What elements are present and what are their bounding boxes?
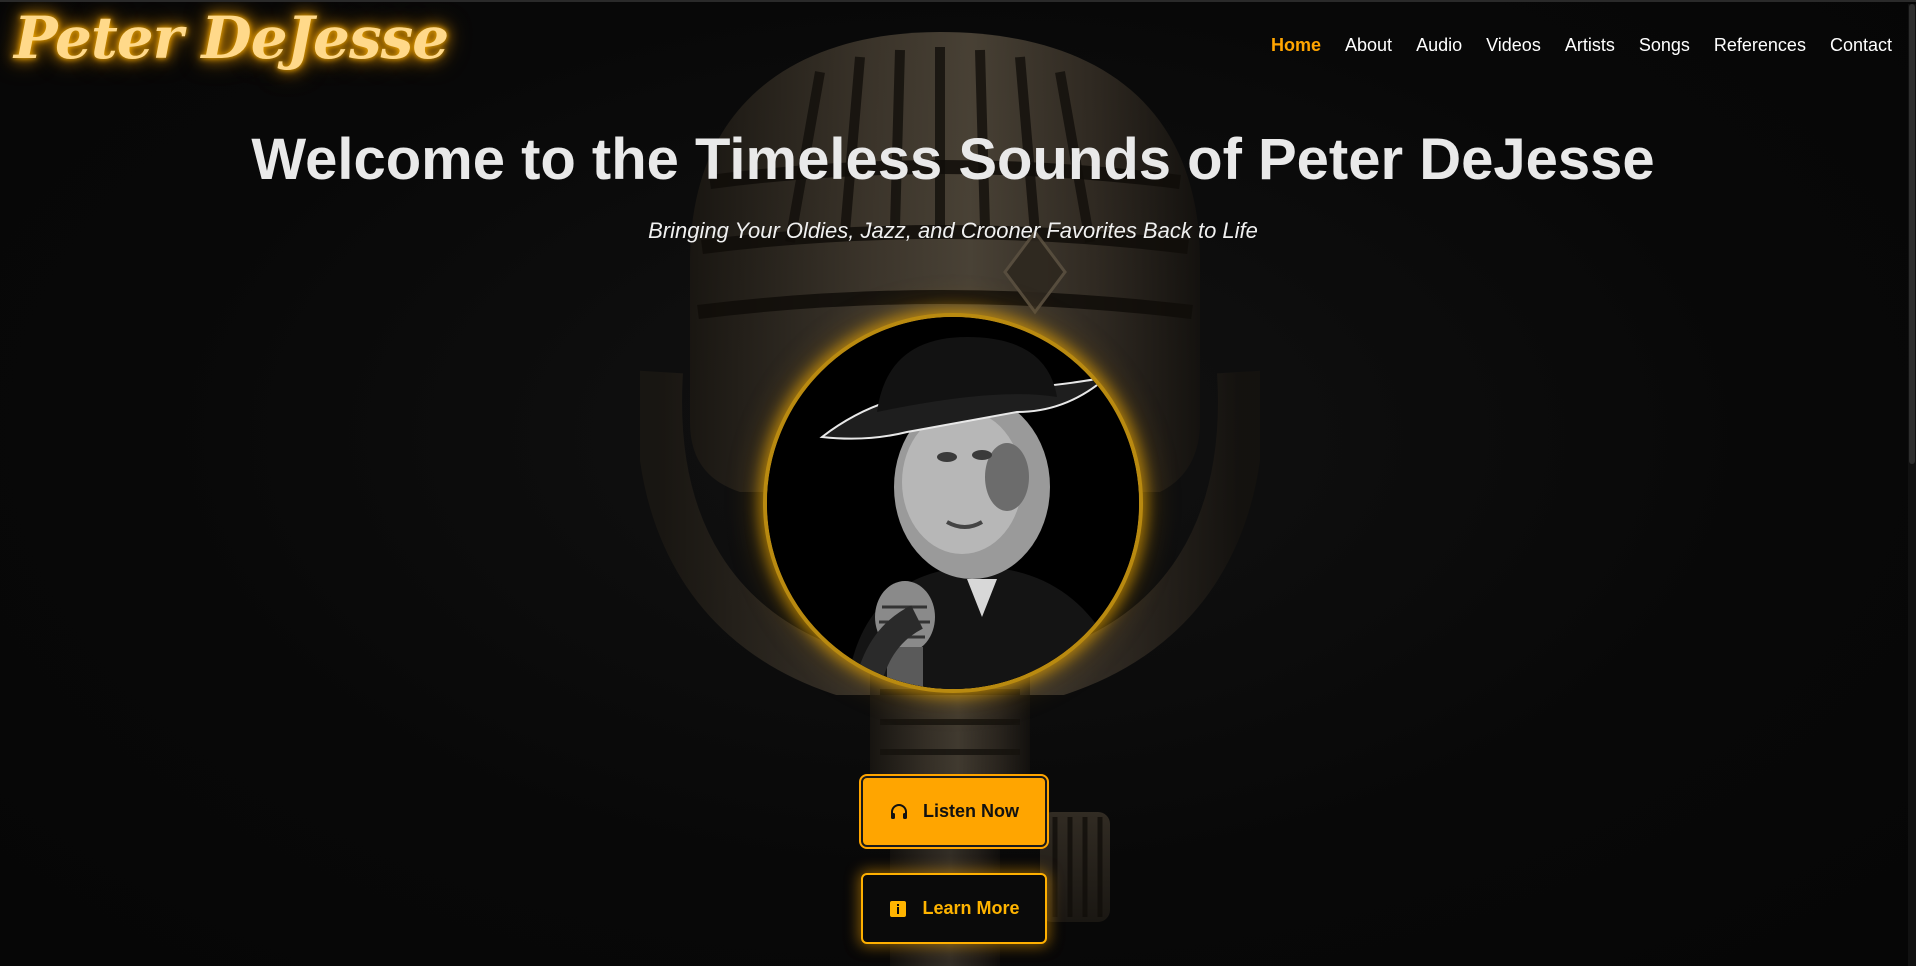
scrollbar-thumb[interactable] <box>1909 4 1915 464</box>
hero-title: Welcome to the Timeless Sounds of Peter … <box>251 127 1655 192</box>
learn-more-button[interactable]: Learn More <box>861 873 1047 944</box>
learn-more-label: Learn More <box>922 898 1020 918</box>
listen-now-label: Listen Now <box>922 801 1019 821</box>
headphones-icon <box>889 802 909 822</box>
info-icon <box>888 899 908 919</box>
nav-about[interactable]: About <box>1345 35 1392 56</box>
listen-now-button[interactable]: Listen Now <box>861 776 1047 847</box>
page: Peter DeJesse Home About Audio Videos Ar… <box>0 0 1916 966</box>
nav-contact[interactable]: Contact <box>1830 35 1892 56</box>
nav-videos[interactable]: Videos <box>1486 35 1541 56</box>
nav-home[interactable]: Home <box>1271 35 1321 56</box>
nav-audio[interactable]: Audio <box>1416 35 1462 56</box>
site-logo[interactable]: Peter DeJesse <box>14 4 449 72</box>
nav-artists[interactable]: Artists <box>1565 35 1615 56</box>
singer-portrait <box>763 313 1143 693</box>
page-scrollbar[interactable] <box>1908 4 1916 966</box>
singer-portrait-image <box>767 317 1139 689</box>
nav-songs[interactable]: Songs <box>1639 35 1690 56</box>
nav-references[interactable]: References <box>1714 35 1806 56</box>
hero-subtitle: Bringing Your Oldies, Jazz, and Crooner … <box>648 218 1258 243</box>
main-nav: Home About Audio Videos Artists Songs Re… <box>1271 35 1892 56</box>
